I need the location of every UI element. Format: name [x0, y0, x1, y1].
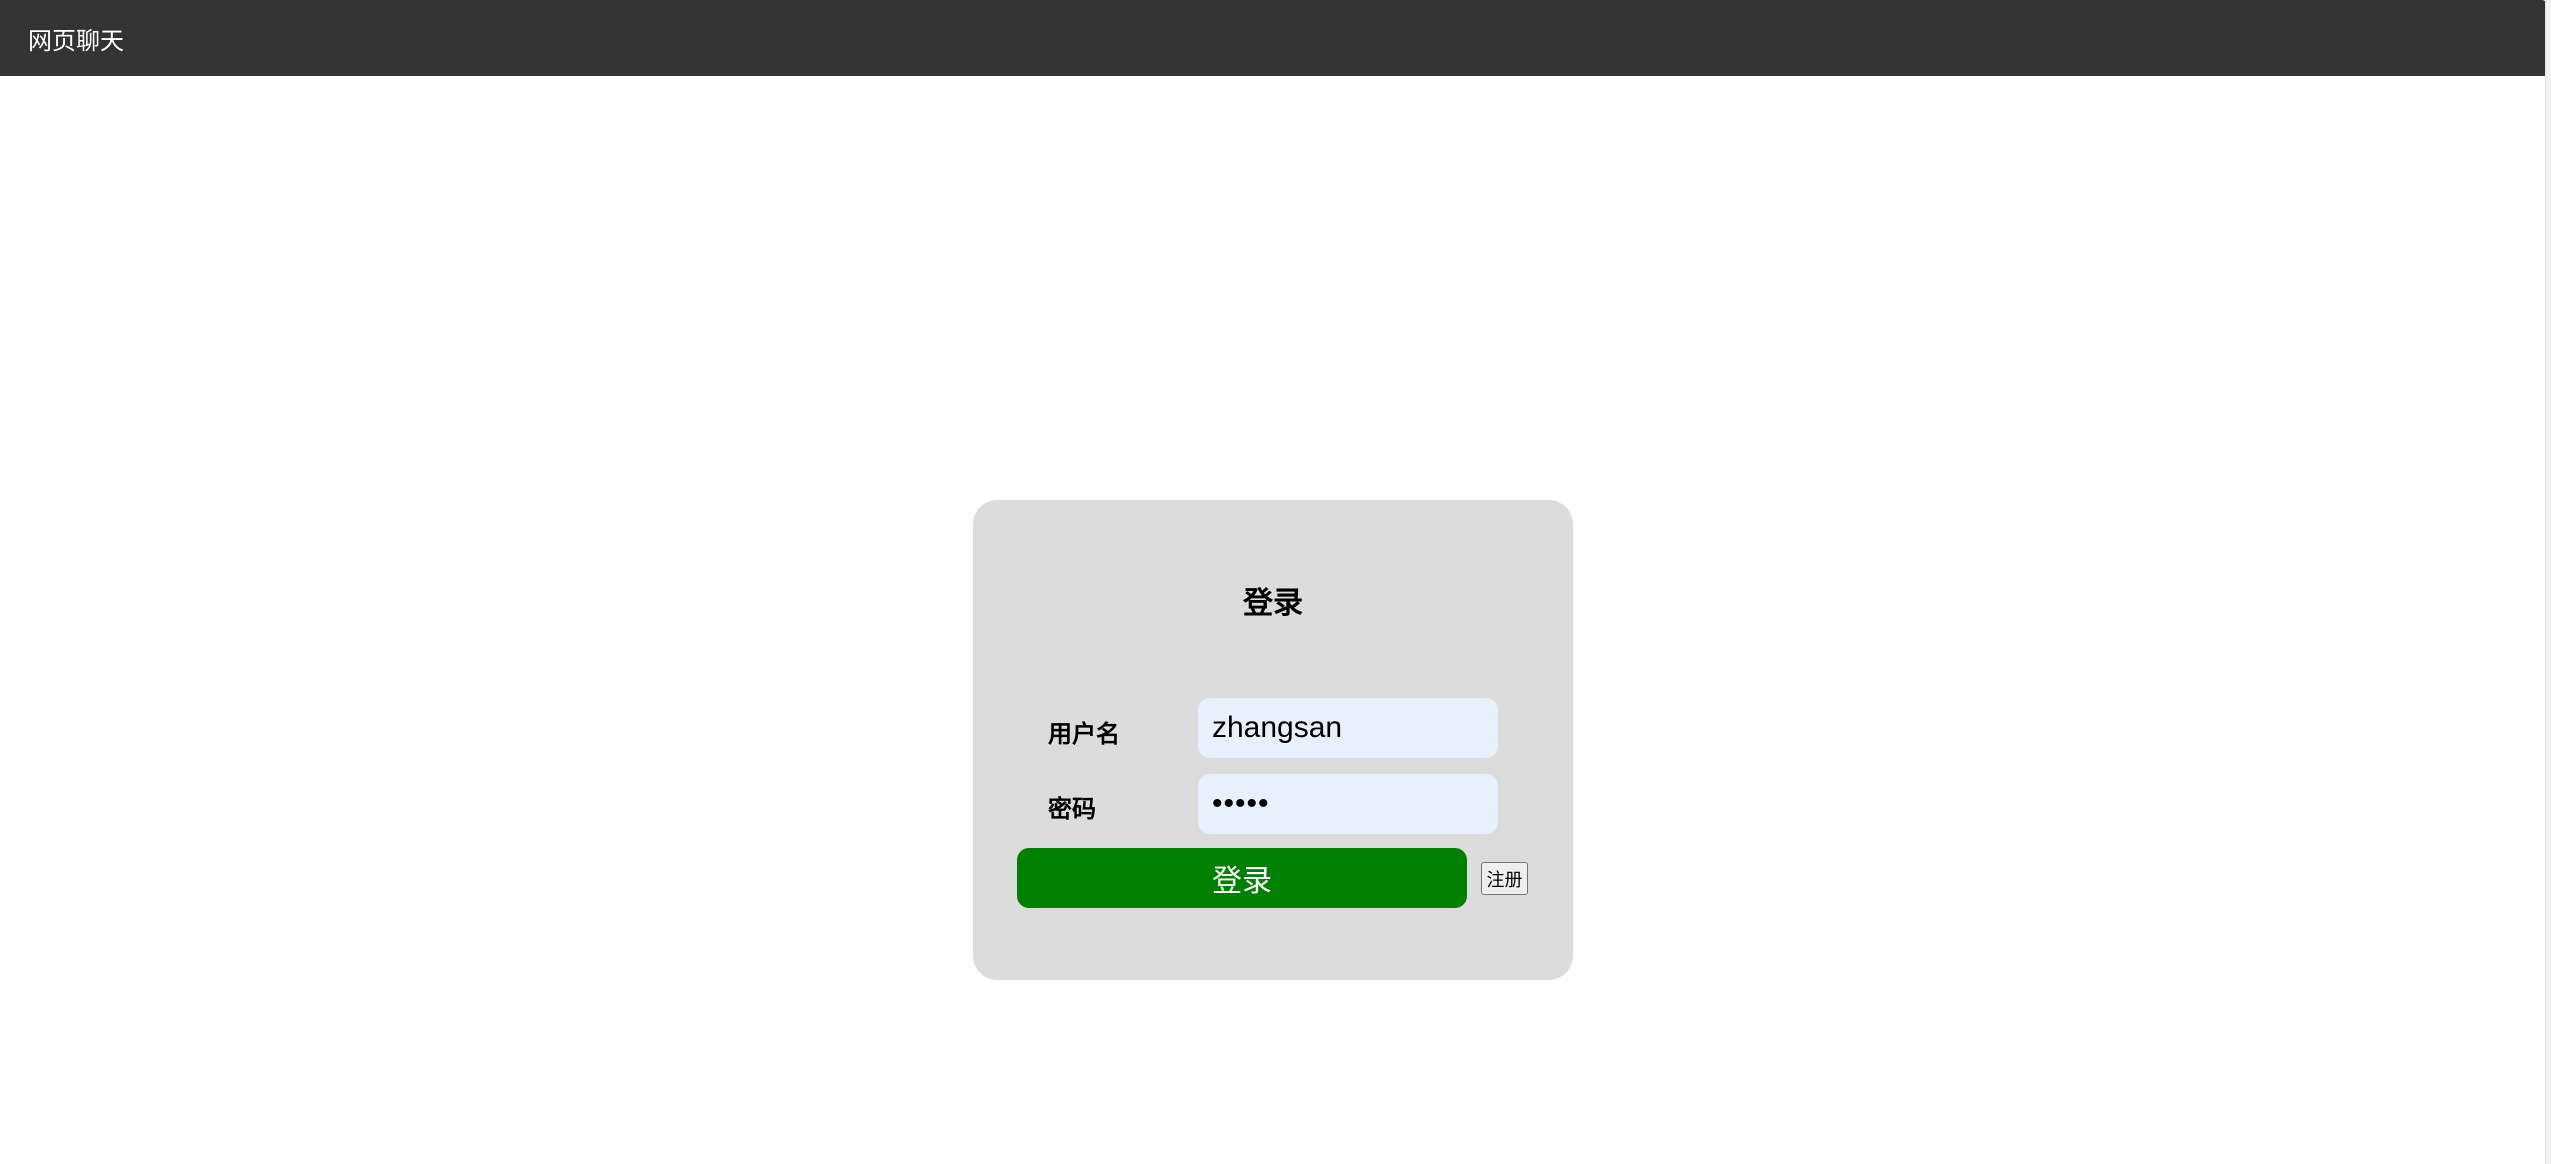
login-title: 登录 — [1243, 586, 1303, 621]
scrollbar[interactable] — [2545, 0, 2551, 1164]
username-input[interactable] — [1198, 698, 1498, 758]
password-input[interactable] — [1198, 774, 1498, 834]
login-button[interactable]: 登录 — [1017, 848, 1467, 908]
page: 网页聊天 登录 用户名 密码 登录 注册 — [0, 0, 2551, 1164]
username-label: 用户名 — [1048, 720, 1120, 748]
nav-title: 网页聊天 — [28, 26, 124, 55]
top-nav: 网页聊天 — [0, 0, 2546, 76]
login-card: 登录 用户名 密码 登录 注册 — [973, 500, 1573, 980]
register-button[interactable]: 注册 — [1481, 862, 1528, 895]
password-label: 密码 — [1048, 795, 1096, 823]
